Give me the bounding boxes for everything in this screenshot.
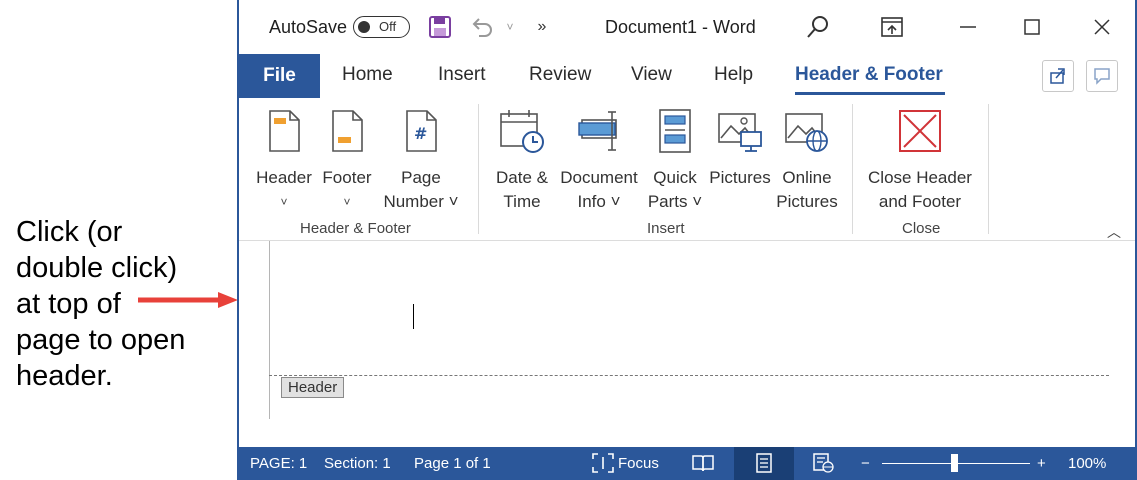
annotation-line: header. — [16, 360, 113, 392]
group-separator — [478, 104, 479, 234]
footer-icon — [319, 106, 375, 156]
header-boundary-line — [269, 375, 1109, 376]
document-info-button[interactable]: Document Info ˅ — [555, 106, 643, 214]
title-bar: AutoSave Off ˅ » Document1 - Word — [239, 0, 1135, 54]
status-section[interactable]: Section: 1 — [324, 455, 391, 472]
online-pictures-icon — [775, 106, 839, 156]
chevron-down-icon[interactable]: ˅ — [497, 14, 523, 40]
zoom-in-button[interactable]: + — [1037, 455, 1046, 472]
comment-icon — [1094, 68, 1110, 85]
maximize-icon[interactable] — [1019, 14, 1045, 40]
autosave-toggle[interactable]: Off — [353, 16, 410, 38]
zoom-slider-thumb[interactable] — [951, 454, 958, 472]
minimize-icon[interactable] — [955, 14, 981, 40]
page-number-icon: # — [379, 106, 463, 156]
online-pictures-label-1: Online — [782, 168, 832, 187]
document-title: Document1 - Word — [605, 17, 756, 37]
annotation-line: Click (or — [16, 216, 123, 248]
page-number-label-2: Number ˅ — [383, 192, 459, 211]
group-label-close: Close — [902, 220, 941, 237]
date-time-icon — [491, 106, 553, 156]
zoom-level[interactable]: 100% — [1068, 455, 1106, 472]
undo-icon[interactable] — [469, 14, 495, 40]
save-icon[interactable] — [427, 14, 453, 40]
toggle-knob — [358, 21, 370, 33]
pictures-icon — [707, 106, 773, 156]
chevron-down-icon: ˅ — [280, 195, 288, 209]
text-cursor — [413, 304, 414, 329]
autosave-state: Off — [379, 19, 397, 34]
status-page[interactable]: PAGE: 1 — [250, 455, 307, 472]
print-layout-icon[interactable] — [751, 452, 777, 474]
page-number-label-1: Page — [401, 168, 441, 187]
tab-view[interactable]: View — [631, 64, 672, 86]
focus-label[interactable]: Focus — [618, 455, 659, 472]
ribbon: Header ˅ Footer ˅ # Page Number ˅ Header… — [239, 98, 1135, 241]
quick-parts-label-2: Parts ˅ — [647, 192, 703, 211]
date-time-label-2: Time — [503, 192, 541, 211]
share-button[interactable] — [1042, 60, 1074, 92]
document-info-label-2: Info ˅ — [577, 192, 621, 211]
document-area[interactable]: Header — [239, 241, 1135, 447]
header-label: Header — [256, 168, 312, 187]
more-commands-icon[interactable]: » — [529, 14, 555, 40]
chevron-down-icon: ˅ — [343, 195, 351, 209]
header-icon — [253, 106, 315, 156]
search-icon[interactable] — [805, 14, 831, 40]
close-header-footer-label-1: Close Header — [868, 168, 972, 187]
tab-help[interactable]: Help — [714, 64, 753, 86]
margin-guide — [269, 241, 270, 419]
read-mode-icon[interactable] — [690, 452, 716, 474]
close-header-footer-button[interactable]: Close Header and Footer — [861, 106, 979, 214]
online-pictures-button[interactable]: Online Pictures — [775, 106, 839, 214]
web-layout-icon[interactable] — [810, 452, 836, 474]
header-tag: Header — [281, 377, 345, 398]
focus-icon[interactable] — [590, 452, 616, 474]
comments-button[interactable] — [1086, 60, 1118, 92]
ribbon-tabs: File Home Insert Review View Help Header… — [239, 54, 1135, 98]
tab-header-footer[interactable]: Header & Footer — [795, 64, 943, 86]
group-separator — [988, 104, 989, 234]
tab-file[interactable]: File — [239, 54, 320, 98]
pictures-label: Pictures — [709, 168, 771, 187]
collapse-ribbon-icon[interactable]: ︿ — [1107, 222, 1121, 242]
tab-home[interactable]: Home — [342, 64, 393, 86]
word-window: AutoSave Off ˅ » Document1 - Word File H… — [237, 0, 1137, 480]
document-info-label-1: Document — [560, 168, 638, 187]
group-label-insert: Insert — [647, 220, 685, 237]
active-tab-indicator — [795, 92, 945, 95]
group-separator — [852, 104, 853, 234]
share-icon — [1050, 68, 1065, 84]
document-info-icon — [555, 106, 643, 156]
footer-button[interactable]: Footer ˅ — [319, 106, 375, 214]
page-number-button[interactable]: # Page Number ˅ — [379, 106, 463, 214]
quick-parts-button[interactable]: Quick Parts ˅ — [645, 106, 705, 214]
status-bar: PAGE: 1 Section: 1 Page 1 of 1 Focus − +… — [239, 447, 1135, 480]
date-time-label-1: Date & — [496, 168, 548, 187]
annotation-line: double click) — [16, 252, 178, 284]
status-page-of[interactable]: Page 1 of 1 — [414, 455, 491, 472]
pictures-button[interactable]: Pictures — [707, 106, 773, 190]
quick-parts-label-1: Quick — [653, 168, 697, 187]
tab-review[interactable]: Review — [529, 64, 591, 86]
svg-text:#: # — [414, 124, 427, 143]
close-header-footer-icon — [861, 106, 979, 156]
footer-label: Footer — [322, 168, 372, 187]
tab-insert[interactable]: Insert — [438, 64, 486, 86]
autosave-label: AutoSave — [269, 17, 348, 37]
online-pictures-label-2: Pictures — [776, 192, 838, 211]
close-header-footer-label-2: and Footer — [878, 192, 962, 211]
quick-parts-icon — [645, 106, 705, 156]
annotation-arrow — [138, 292, 238, 308]
annotation-line: page to open — [16, 324, 186, 356]
ribbon-display-icon[interactable] — [879, 14, 905, 40]
close-icon[interactable] — [1089, 14, 1115, 40]
group-label-header-footer: Header & Footer — [300, 220, 411, 237]
header-button[interactable]: Header ˅ — [253, 106, 315, 214]
zoom-out-button[interactable]: − — [861, 455, 870, 472]
date-time-button[interactable]: Date & Time — [491, 106, 553, 214]
